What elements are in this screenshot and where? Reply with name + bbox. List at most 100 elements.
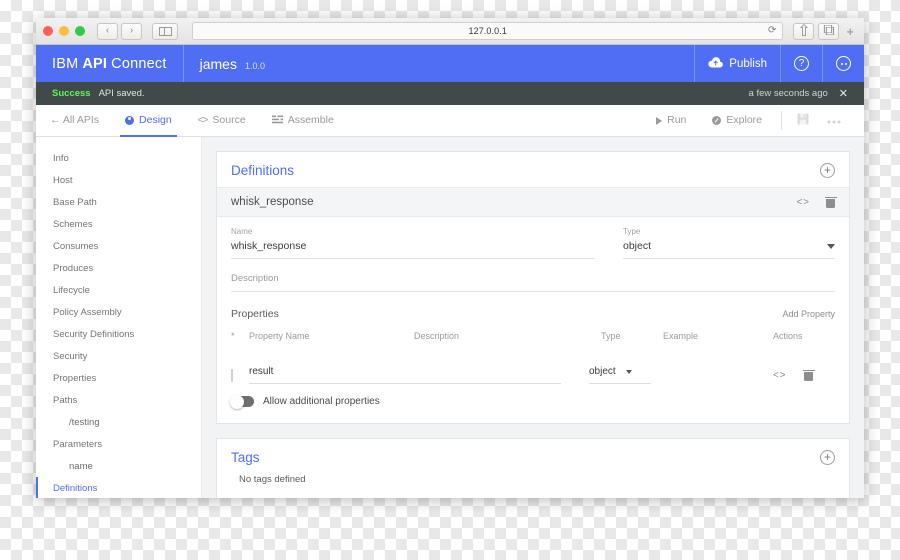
sidebar-item-policy-assembly[interactable]: Policy Assembly	[36, 301, 201, 323]
definition-name-field: Name whisk_response	[231, 227, 595, 259]
toolbar-divider	[781, 111, 782, 130]
help-button[interactable]: ?	[780, 45, 822, 82]
sidebar-item-schemes[interactable]: Schemes	[36, 213, 201, 235]
maximize-window-button[interactable]	[75, 26, 85, 36]
definition-name-header: whisk_response	[231, 196, 314, 208]
brand-ibm: IBM	[52, 55, 79, 72]
definitions-card: Definitions + whisk_response < > Name wh…	[216, 151, 850, 424]
save-button[interactable]	[788, 105, 818, 136]
chevron-down-icon	[827, 243, 835, 249]
tab-assemble[interactable]: Assemble	[259, 105, 347, 136]
add-property-button[interactable]: Add Property	[782, 309, 835, 319]
sidebar-item-parameters[interactable]: Parameters	[36, 433, 201, 455]
sidebar-item-security[interactable]: Security	[36, 345, 201, 367]
type-select-value: object	[623, 240, 652, 252]
api-version: 1.0.0	[244, 60, 265, 71]
toolbar-right: Run Explore	[643, 105, 850, 136]
tabs-icon[interactable]: ⧉	[818, 22, 840, 40]
sidebar-item-produces[interactable]: Produces	[36, 257, 201, 279]
sidebar-item-lifecycle[interactable]: Lifecycle	[36, 279, 201, 301]
allow-additional-properties-row: Allow additional properties	[217, 384, 849, 423]
row-example-input[interactable]	[663, 370, 773, 381]
back-to-all-apis-link[interactable]: ← All APIs	[50, 105, 112, 136]
app-header: IBM API Connect james 1.0.0 Publish ?	[36, 45, 864, 82]
minimize-window-button[interactable]	[59, 26, 69, 36]
definitions-title: Definitions	[231, 163, 295, 178]
more-button[interactable]	[818, 105, 850, 136]
question-circle-icon: ?	[794, 56, 809, 71]
tab-source[interactable]: <> Source	[185, 105, 259, 136]
reload-icon[interactable]: ⟳	[768, 26, 776, 36]
chevron-down-icon	[625, 369, 632, 374]
account-button[interactable]	[822, 45, 864, 82]
publish-label: Publish	[729, 57, 767, 70]
account-avatar-icon	[836, 56, 851, 71]
row-property-name-input[interactable]: result	[249, 366, 414, 384]
column-example: Example	[663, 331, 699, 341]
row-required-checkbox[interactable]	[231, 368, 249, 382]
add-definition-button[interactable]: +	[820, 163, 835, 178]
design-dot-icon	[125, 116, 135, 125]
name-input[interactable]: whisk_response	[231, 240, 595, 259]
browser-window: ‹ › 127.0.0.1 ⟳ ⇧ ⧉ + IBM API Connect ja…	[36, 18, 864, 498]
sidebar-item-properties[interactable]: Properties	[36, 367, 201, 389]
add-tag-button[interactable]: +	[820, 450, 835, 465]
share-icon[interactable]: ⇧	[793, 22, 815, 40]
close-window-button[interactable]	[43, 26, 53, 36]
allow-additional-properties-toggle[interactable]	[230, 394, 254, 409]
code-brackets-icon[interactable]: < >	[797, 197, 810, 208]
sidebar-item-name[interactable]: name	[36, 455, 201, 477]
properties-header: Properties Add Property	[217, 292, 849, 320]
definition-header-actions: < >	[797, 196, 837, 208]
tab-design[interactable]: Design	[112, 105, 185, 137]
status-timestamp: a few seconds ago	[748, 88, 828, 99]
all-apis-label: ← All APIs	[50, 114, 100, 127]
code-brackets-icon[interactable]: < >	[773, 370, 786, 381]
trash-icon[interactable]	[824, 196, 837, 208]
brand-api: API	[82, 55, 108, 72]
brand-logo: IBM API Connect	[36, 45, 184, 82]
brand-connect: Connect	[111, 55, 167, 72]
row-description-input[interactable]	[414, 366, 561, 384]
definition-fields: Name whisk_response Type object	[217, 217, 849, 259]
sidebar-item-definitions[interactable]: Definitions	[36, 477, 201, 498]
trash-icon[interactable]	[802, 369, 815, 381]
row-type-select[interactable]: object	[589, 366, 651, 384]
publish-button[interactable]: Publish	[694, 45, 780, 82]
type-select[interactable]: object	[623, 240, 835, 259]
sidebar-item-info[interactable]: Info	[36, 147, 201, 169]
type-label: Type	[623, 227, 641, 236]
tab-source-label: Source	[212, 114, 246, 127]
sidebar-item-base-path[interactable]: Base Path	[36, 191, 201, 213]
name-label: Name	[231, 227, 253, 236]
column-type: Type	[601, 331, 621, 341]
definition-description-input[interactable]: Description	[231, 273, 835, 292]
sidebar-item-testing-path[interactable]: /testing	[36, 411, 201, 433]
api-toolbar: ← All APIs Design <> Source Assemble Run…	[36, 105, 864, 137]
browser-chrome: ‹ › 127.0.0.1 ⟳ ⇧ ⧉ +	[36, 18, 864, 45]
table-row: result object < >	[231, 344, 835, 384]
status-banner: Success API saved. a few seconds ago ✕	[36, 82, 864, 105]
cloud-upload-icon	[708, 56, 724, 71]
tags-card: Tags + No tags defined	[216, 438, 850, 498]
sidebar-item-consumes[interactable]: Consumes	[36, 235, 201, 257]
definition-row-header: whisk_response < >	[217, 187, 849, 217]
forward-button[interactable]: ›	[121, 22, 142, 40]
sidebar-item-security-definitions[interactable]: Security Definitions	[36, 323, 201, 345]
assemble-icon	[271, 115, 283, 127]
close-icon[interactable]: ✕	[839, 87, 848, 100]
avatar-eyes	[840, 62, 847, 65]
new-tab-button[interactable]: +	[843, 25, 857, 38]
save-floppy-icon	[797, 113, 809, 128]
explore-button[interactable]: Explore	[699, 105, 775, 136]
sidebar-item-paths[interactable]: Paths	[36, 389, 201, 411]
explore-icon	[712, 116, 722, 125]
row-type-value: object	[589, 366, 616, 377]
sidebar-glyph	[158, 26, 172, 36]
run-button[interactable]: Run	[643, 105, 699, 136]
back-button[interactable]: ‹	[97, 22, 118, 40]
sidebar-toggle-icon[interactable]	[152, 22, 178, 40]
address-bar[interactable]: 127.0.0.1 ⟳	[192, 22, 784, 40]
status-right: a few seconds ago ✕	[749, 87, 848, 100]
sidebar-item-host[interactable]: Host	[36, 169, 201, 191]
